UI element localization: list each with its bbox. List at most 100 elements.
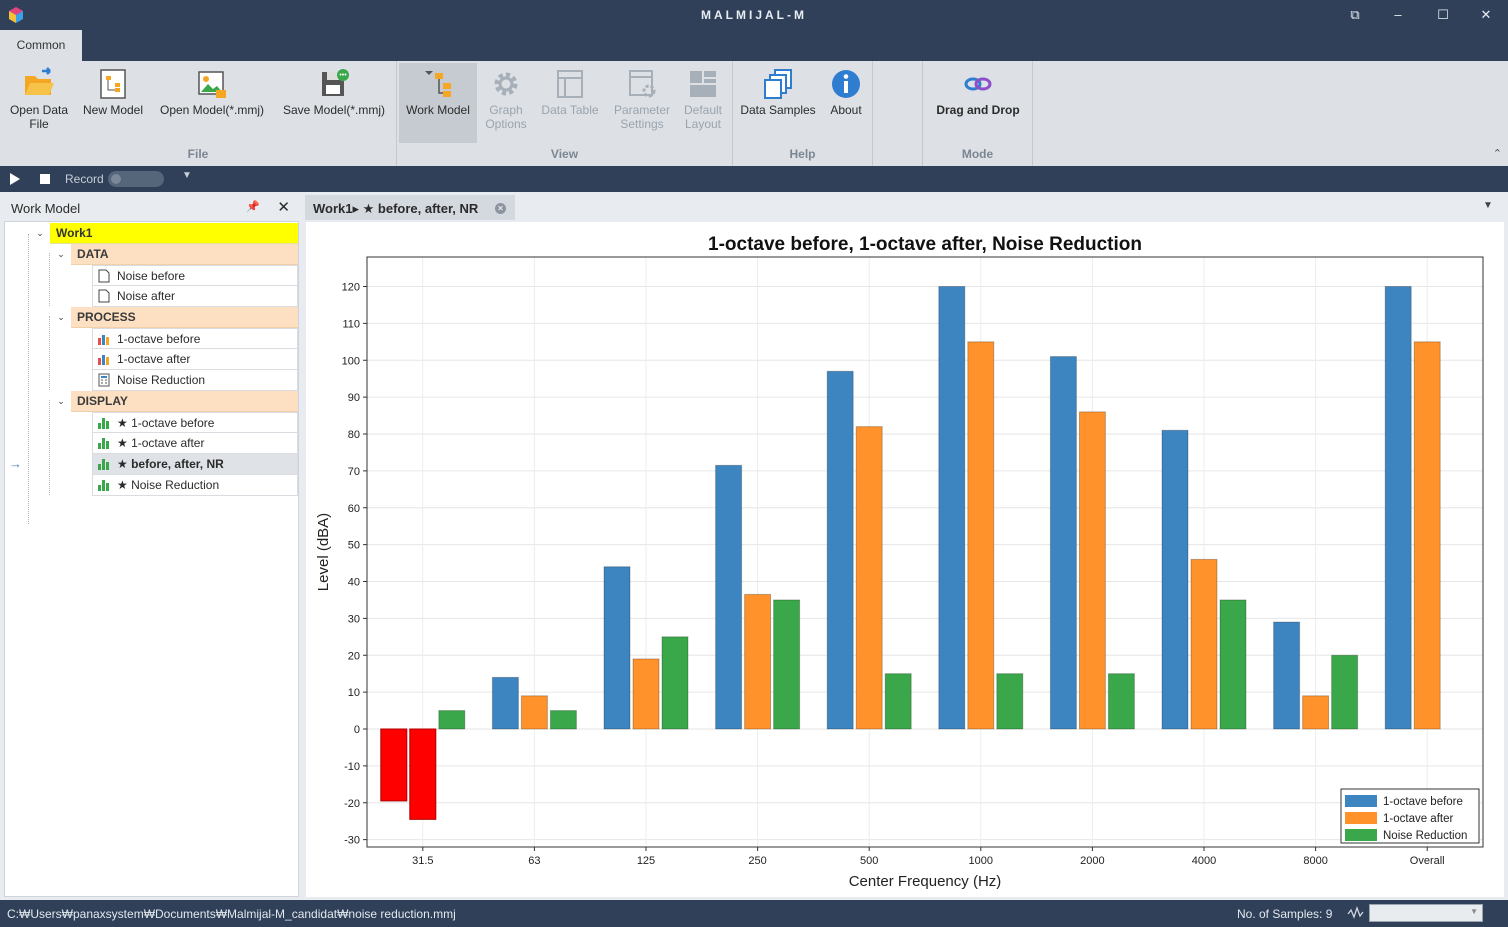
calculator-icon <box>98 373 110 387</box>
bar <box>603 566 631 730</box>
tree-section-process[interactable]: PROCESS <box>71 307 298 328</box>
collapse-ribbon-button[interactable]: ⌃ <box>1493 147 1502 160</box>
data-samples-icon <box>764 69 792 99</box>
status-bar: C:₩Users₩panaxsystem₩Documents₩Malmijal-… <box>0 900 1508 927</box>
bar-chart-icon <box>98 418 109 429</box>
bar <box>1413 341 1441 730</box>
data-table-button[interactable]: Data Table <box>537 63 603 143</box>
work-model-panel: Work Model 📌 ✕ ⌄ Work1 ⌄ DATA Noise befo… <box>0 192 304 900</box>
save-model-button[interactable]: ••• Save Model(*.mmj) <box>278 63 390 143</box>
tree-item-noise-after[interactable]: Noise after <box>92 286 298 307</box>
record-toggle[interactable] <box>108 171 164 187</box>
parameter-settings-button[interactable]: Parameter Settings <box>607 63 677 143</box>
drag-and-drop-button[interactable]: Drag and Drop <box>927 63 1029 143</box>
x-axis-label: Center Frequency (Hz) <box>849 873 1002 890</box>
status-combo[interactable]: ▼ <box>1369 904 1483 922</box>
graph-options-button[interactable]: Graph Options <box>477 63 535 143</box>
bar <box>1078 411 1106 730</box>
y-tick-label: 40 <box>348 577 360 589</box>
y-tick-label: 10 <box>348 687 360 699</box>
expand-toggle-icon[interactable]: ⌄ <box>55 391 67 412</box>
drag-and-drop-label: Drag and Drop <box>936 103 1020 117</box>
restore-layout-button[interactable]: ⧉ <box>1344 5 1366 25</box>
expand-toggle-icon[interactable]: ⌄ <box>55 307 67 328</box>
current-item-arrow-icon: → <box>9 456 22 471</box>
ribbon-group-help-label: Help <box>789 147 816 161</box>
tree-item-display-before-after-nr[interactable]: ★ before, after, NR <box>92 454 298 475</box>
work-model-label: Work Model <box>406 103 470 117</box>
tree-item-label: Noise Reduction <box>117 373 206 387</box>
document-tab-label: Work1▸ ★ before, after, NR <box>313 201 479 216</box>
x-tick-label: 1000 <box>969 855 993 867</box>
open-data-file-button[interactable]: Open Data File <box>4 63 74 143</box>
tree-item-display-noise-reduction[interactable]: ★ Noise Reduction <box>92 475 298 496</box>
open-model-label: Open Model(*.mmj) <box>159 103 265 117</box>
about-label: About <box>830 103 862 117</box>
record-label: Record <box>65 172 104 186</box>
tree-item-label: Noise before <box>117 269 186 283</box>
bar <box>380 728 408 802</box>
close-tab-icon[interactable]: ✕ <box>495 203 506 214</box>
default-layout-button[interactable]: Default Layout <box>677 63 729 143</box>
expand-toggle-icon[interactable]: ⌄ <box>55 244 67 265</box>
tree-item-octave-before[interactable]: 1-octave before <box>92 328 298 349</box>
ribbon: Open Data File New Model Open Model(*.mm… <box>0 61 1508 166</box>
expand-toggle-icon[interactable]: ⌄ <box>34 223 46 244</box>
close-window-button[interactable]: ✕ <box>1475 5 1497 25</box>
open-data-file-label-1: Open Data <box>9 103 69 117</box>
y-tick-label: 50 <box>348 540 360 552</box>
tree-item-display-octave-before[interactable]: ★ 1-octave before <box>92 412 298 433</box>
legend-swatch <box>1345 829 1377 841</box>
tree-guide-line <box>49 316 50 390</box>
maximize-button[interactable]: ☐ <box>1432 5 1454 25</box>
play-icon[interactable] <box>10 173 20 185</box>
sample-count-text: No. of Samples: 9 <box>1237 907 1333 921</box>
ribbon-group-mode-label: Mode <box>961 147 994 161</box>
x-tick-label: 63 <box>528 855 540 867</box>
spectrum-icon <box>98 335 109 345</box>
record-dropdown-icon[interactable]: ▼ <box>182 170 192 181</box>
data-samples-label: Data Samples <box>740 103 816 117</box>
about-button[interactable]: About <box>821 63 871 143</box>
new-model-label: New Model <box>82 103 144 117</box>
tree-section-data[interactable]: DATA <box>71 244 298 265</box>
bar <box>491 676 519 730</box>
tree-item-noise-reduction[interactable]: Noise Reduction <box>92 370 298 391</box>
tree-item-label: ★ 1-octave after <box>117 436 205 450</box>
new-model-button[interactable]: New Model <box>78 63 148 143</box>
svg-text:•••: ••• <box>339 72 347 79</box>
work-model-header: Work Model 📌 ✕ <box>4 196 298 220</box>
document-list-dropdown-icon[interactable]: ▼ <box>1483 200 1493 211</box>
default-layout-label-2: Layout <box>684 117 722 131</box>
tree-root-work1[interactable]: Work1 <box>50 223 298 244</box>
parameter-settings-label-2: Settings <box>620 117 664 131</box>
bar <box>661 636 689 730</box>
close-panel-icon[interactable]: ✕ <box>277 198 290 216</box>
document-tab[interactable]: Work1▸ ★ before, after, NR ✕ <box>305 195 515 220</box>
pin-icon[interactable]: 📌 <box>246 200 260 213</box>
y-axis-ticks: -30 -20 -10 0 10 20 30 40 50 60 70 80 90 100 110 120 <box>342 282 367 847</box>
tab-common[interactable]: Common <box>0 30 82 61</box>
minimize-button[interactable]: – <box>1387 5 1409 25</box>
tree-guide-line <box>49 400 50 495</box>
work-model-button[interactable]: Work Model <box>399 63 477 143</box>
bar-chart-icon <box>98 480 109 491</box>
open-model-button[interactable]: Open Model(*.mmj) <box>154 63 270 143</box>
tree-guide-line <box>49 253 50 306</box>
stop-icon[interactable] <box>40 174 50 184</box>
tree-item-label: 1-octave after <box>117 352 191 366</box>
info-icon <box>832 70 860 98</box>
tree-item-noise-before[interactable]: Noise before <box>92 265 298 286</box>
file-path-text: C:₩Users₩panaxsystem₩Documents₩Malmijal-… <box>7 907 456 921</box>
legend-label: 1-octave before <box>1383 796 1463 808</box>
tree-section-display[interactable]: DISPLAY <box>71 391 298 412</box>
bar <box>1107 673 1135 730</box>
tree-item-display-octave-after[interactable]: ★ 1-octave after <box>92 433 298 454</box>
bar <box>1331 654 1359 730</box>
data-samples-button[interactable]: Data Samples <box>739 63 817 143</box>
tree-item-octave-after[interactable]: 1-octave after <box>92 349 298 370</box>
title-bar: MALMIJAL-M ⧉ – ☐ ✕ <box>0 0 1508 30</box>
x-axis-ticks: 31.5 63 125 250 500 1000 2000 4000 8000 Overall <box>412 847 1445 867</box>
chart-legend[interactable]: 1-octave before 1-octave after Noise Reduc… <box>1340 788 1480 844</box>
bar <box>1049 356 1077 730</box>
